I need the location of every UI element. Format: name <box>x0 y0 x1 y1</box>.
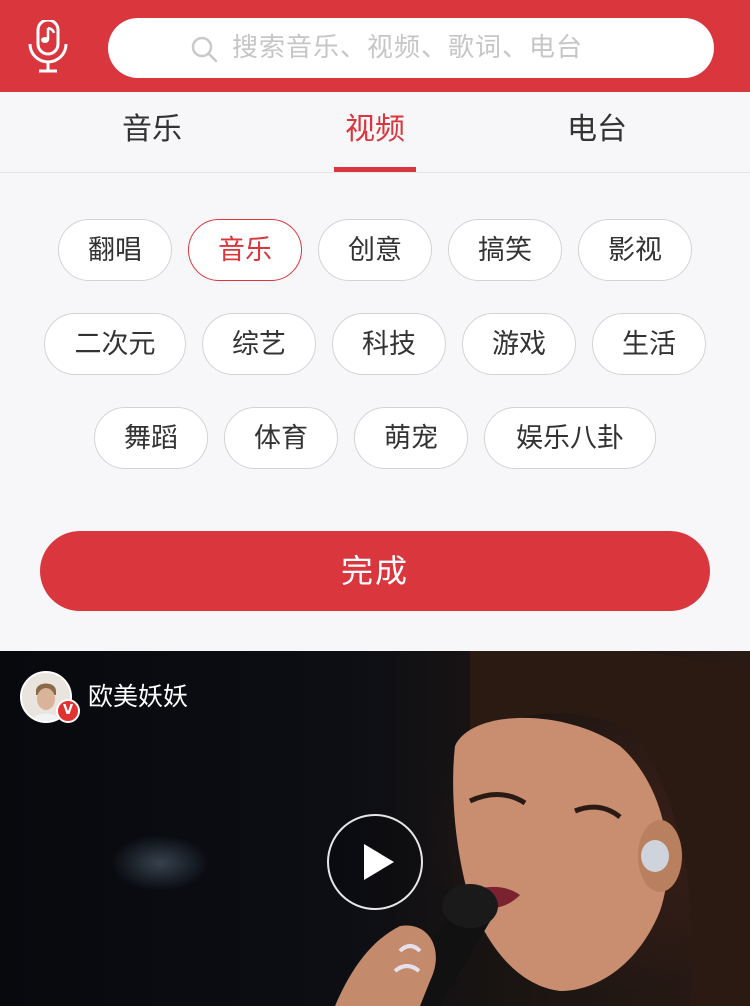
uploader-name[interactable]: 欧美妖妖 <box>88 677 188 717</box>
tab-music[interactable]: 音乐 <box>72 92 232 170</box>
tag-chip-acg[interactable]: 二次元 <box>44 313 186 375</box>
tag-chip-cover[interactable]: 翻唱 <box>58 219 172 281</box>
microphone-music-icon[interactable] <box>24 18 72 74</box>
play-icon <box>364 844 394 880</box>
tab-radio[interactable]: 电台 <box>517 92 677 170</box>
top-header: 搜索音乐、视频、歌词、电台 <box>0 0 750 92</box>
search-placeholder: 搜索音乐、视频、歌词、电台 <box>232 33 584 63</box>
tag-chip-variety[interactable]: 综艺 <box>202 313 316 375</box>
play-button[interactable] <box>327 814 423 910</box>
tag-chip-sports[interactable]: 体育 <box>224 407 338 469</box>
tag-chip-games[interactable]: 游戏 <box>462 313 576 375</box>
done-button[interactable]: 完成 <box>40 531 710 611</box>
tag-chip-dance[interactable]: 舞蹈 <box>94 407 208 469</box>
category-tabs: 音乐 视频 电台 <box>0 92 750 173</box>
tag-chip-funny[interactable]: 搞笑 <box>448 219 562 281</box>
active-tab-indicator <box>334 167 416 172</box>
search-icon <box>190 35 218 63</box>
verified-badge: V <box>56 699 80 723</box>
search-input[interactable]: 搜索音乐、视频、歌词、电台 <box>108 18 714 78</box>
tag-selection-panel: 翻唱 音乐 创意 搞笑 影视 二次元 综艺 科技 游戏 生活 舞蹈 体育 萌宠 … <box>0 173 750 651</box>
video-card[interactable]: V 欧美妖妖 <box>0 651 750 1006</box>
tag-chip-creative[interactable]: 创意 <box>318 219 432 281</box>
tag-chip-film-tv[interactable]: 影视 <box>578 219 692 281</box>
tag-chip-tech[interactable]: 科技 <box>332 313 446 375</box>
tag-chip-pets[interactable]: 萌宠 <box>354 407 468 469</box>
tag-chip-gossip[interactable]: 娱乐八卦 <box>484 407 656 469</box>
tag-chip-life[interactable]: 生活 <box>592 313 706 375</box>
tag-chip-music[interactable]: 音乐 <box>188 219 302 281</box>
tab-video[interactable]: 视频 <box>295 92 455 170</box>
